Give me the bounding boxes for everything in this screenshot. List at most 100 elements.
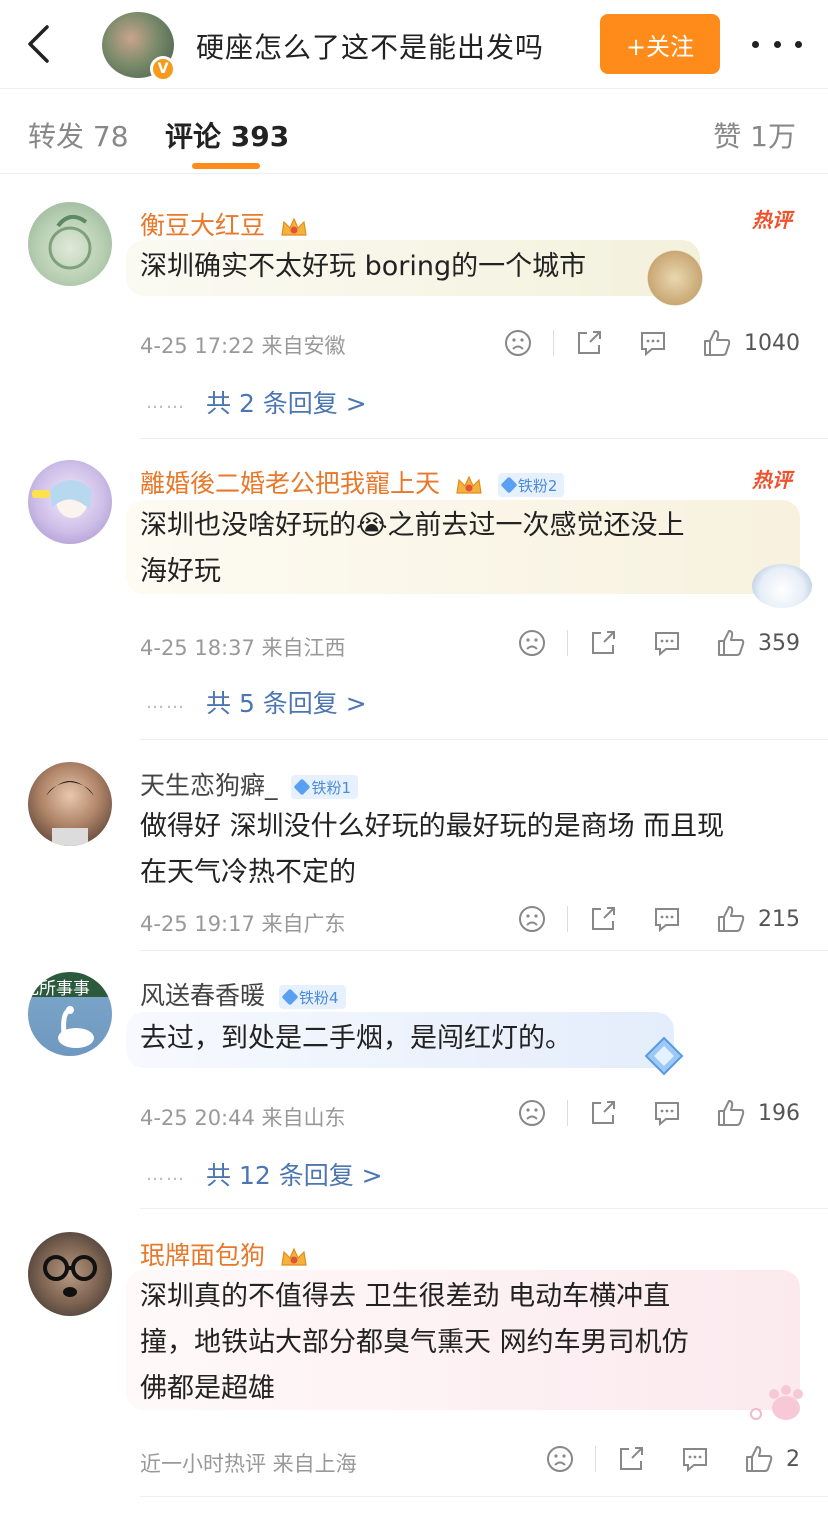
crown-icon <box>281 1247 307 1266</box>
tab-comments[interactable]: 评论 393 <box>165 115 289 155</box>
comment-icon <box>655 1102 679 1127</box>
dislike-button[interactable] <box>543 1442 577 1476</box>
reply-button[interactable] <box>678 1442 712 1476</box>
comment-item: 離婚後二婚老公把我寵上天 铁粉2 热评 深圳也没啥好玩的😭之前去过一次感觉还没上… <box>0 450 828 740</box>
comment-text: 做得好 深圳没什么好玩的最好玩的是商场 而且现 在天气冷热不定的 <box>140 811 725 888</box>
commenter-avatar[interactable] <box>28 460 112 544</box>
follow-button[interactable]: +关注 <box>600 14 720 74</box>
share-button[interactable] <box>586 902 620 936</box>
comment-meta: 4-25 18:37 来自江西 <box>140 636 346 660</box>
like-button[interactable] <box>714 626 748 660</box>
back-button[interactable] <box>18 22 58 66</box>
commenter-avatar[interactable] <box>28 1232 112 1316</box>
bubble-decoration <box>640 250 710 306</box>
thumbs-up-icon <box>718 630 745 656</box>
more-dots-icon <box>752 40 759 48</box>
comment-actions: 1040 <box>501 326 800 360</box>
comment-item: 无所事事 风送春香暖 铁粉4 去过，到处是二手烟，是闯红灯的。 4-25 20:… <box>0 962 828 1210</box>
commenter-avatar[interactable] <box>28 202 112 286</box>
reply-button[interactable] <box>650 626 684 660</box>
thumbs-up-icon <box>718 1100 745 1126</box>
comment-text: 深圳真的不值得去 卫生很差劲 电动车横冲直 撞，地铁站大部分都臭气熏天 网约车男… <box>140 1281 689 1404</box>
comment-icon <box>683 1448 707 1473</box>
tab-bar: 转发 78 评论 393 赞 1万 <box>0 88 828 174</box>
crown-icon <box>456 475 482 494</box>
author-name[interactable]: 硬座怎么了这不是能出发吗 <box>196 26 544 66</box>
more-options-button[interactable] <box>752 28 802 60</box>
view-replies-link[interactable]: …… 共 5 条回复 > <box>146 684 367 720</box>
share-button[interactable] <box>586 1096 620 1130</box>
comment-meta: 4-25 19:17 来自广东 <box>140 912 346 936</box>
share-button[interactable] <box>586 626 620 660</box>
dislike-button[interactable] <box>515 1096 549 1130</box>
fan-level-badge: 铁粉2 <box>497 473 565 497</box>
share-button[interactable] <box>614 1442 648 1476</box>
paw-decoration-icon <box>750 1385 803 1420</box>
bubble-decoration <box>752 564 812 608</box>
fan-diamond-icon <box>500 476 518 494</box>
commenter-name[interactable]: 天生恋狗癖_ 铁粉1 <box>140 766 359 802</box>
fan-level-badge: 铁粉1 <box>291 775 359 799</box>
comment-actions: 215 <box>515 902 800 936</box>
comment-text: 去过，到处是二手烟，是闯红灯的。 <box>140 1023 572 1054</box>
active-tab-indicator <box>192 163 260 169</box>
comment-icon <box>655 908 679 933</box>
share-icon <box>578 331 601 354</box>
comment-item: 珉牌面包狗 深圳真的不值得去 卫生很差劲 电动车横冲直 撞，地铁站大部分都臭气熏… <box>0 1222 828 1512</box>
share-icon <box>592 631 615 654</box>
reply-button[interactable] <box>636 326 670 360</box>
comment-actions: 359 <box>515 626 800 660</box>
dislike-face-icon <box>519 1100 545 1126</box>
view-replies-link[interactable]: …… 共 12 条回复 > <box>146 1156 383 1192</box>
dislike-button[interactable] <box>501 326 535 360</box>
like-count: 359 <box>758 630 800 656</box>
diamond-decoration-icon <box>644 1036 684 1076</box>
comment-item: 衡豆大红豆 热评 深圳确实不太好玩 boring的一个城市 4-25 17:22… <box>0 190 828 440</box>
commenter-avatar[interactable] <box>28 762 112 846</box>
thumbs-up-icon <box>704 330 731 356</box>
share-icon <box>592 1101 615 1124</box>
share-icon <box>592 907 615 930</box>
top-bar: V 硬座怎么了这不是能出发吗 +关注 <box>0 0 828 88</box>
like-button[interactable] <box>742 1442 776 1476</box>
comment-actions: 2 <box>543 1442 800 1476</box>
comment-icon <box>641 332 665 357</box>
like-button[interactable] <box>700 326 734 360</box>
reply-button[interactable] <box>650 902 684 936</box>
fan-level-badge: 铁粉4 <box>278 985 346 1009</box>
like-count: 1040 <box>744 330 800 356</box>
comment-text: 深圳确实不太好玩 boring的一个城市 <box>140 251 587 282</box>
back-arrow-icon <box>28 25 49 63</box>
view-replies-link[interactable]: …… 共 2 条回复 > <box>146 384 367 420</box>
commenter-name[interactable]: 珉牌面包狗 <box>140 1236 309 1272</box>
like-button[interactable] <box>714 1096 748 1130</box>
thumbs-up-icon <box>746 1446 773 1472</box>
reply-button[interactable] <box>650 1096 684 1130</box>
author-avatar[interactable]: V <box>102 12 176 82</box>
dislike-face-icon <box>505 330 531 356</box>
comment-meta: 4-25 17:22 来自安徽 <box>140 334 346 358</box>
tab-likes[interactable]: 赞 1万 <box>713 115 796 155</box>
comment-item: 天生恋狗癖_ 铁粉1 做得好 深圳没什么好玩的最好玩的是商场 而且现 在天气冷热… <box>0 752 828 952</box>
like-count: 196 <box>758 1100 800 1126</box>
verified-badge: V <box>150 56 176 82</box>
dislike-face-icon <box>547 1446 573 1472</box>
share-icon <box>620 1447 643 1470</box>
share-button[interactable] <box>572 326 606 360</box>
hot-comment-tag: 热评 <box>752 468 792 492</box>
like-count: 215 <box>758 906 800 932</box>
commenter-name[interactable]: 衡豆大红豆 <box>140 206 309 242</box>
hot-comment-tag: 热评 <box>752 208 792 232</box>
like-count: 2 <box>786 1446 800 1472</box>
like-button[interactable] <box>714 902 748 936</box>
fan-diamond-icon <box>293 778 311 796</box>
tab-reposts[interactable]: 转发 78 <box>28 115 129 155</box>
commenter-name[interactable]: 风送春香暖 铁粉4 <box>140 976 346 1012</box>
commenter-avatar[interactable]: 无所事事 <box>28 972 112 1056</box>
comment-text: 深圳也没啥好玩的😭之前去过一次感觉还没上 海好玩 <box>140 510 685 587</box>
dislike-button[interactable] <box>515 902 549 936</box>
dislike-face-icon <box>519 630 545 656</box>
dislike-button[interactable] <box>515 626 549 660</box>
comment-meta: 4-25 20:44 来自山东 <box>140 1106 346 1130</box>
commenter-name[interactable]: 離婚後二婚老公把我寵上天 铁粉2 <box>140 464 565 500</box>
